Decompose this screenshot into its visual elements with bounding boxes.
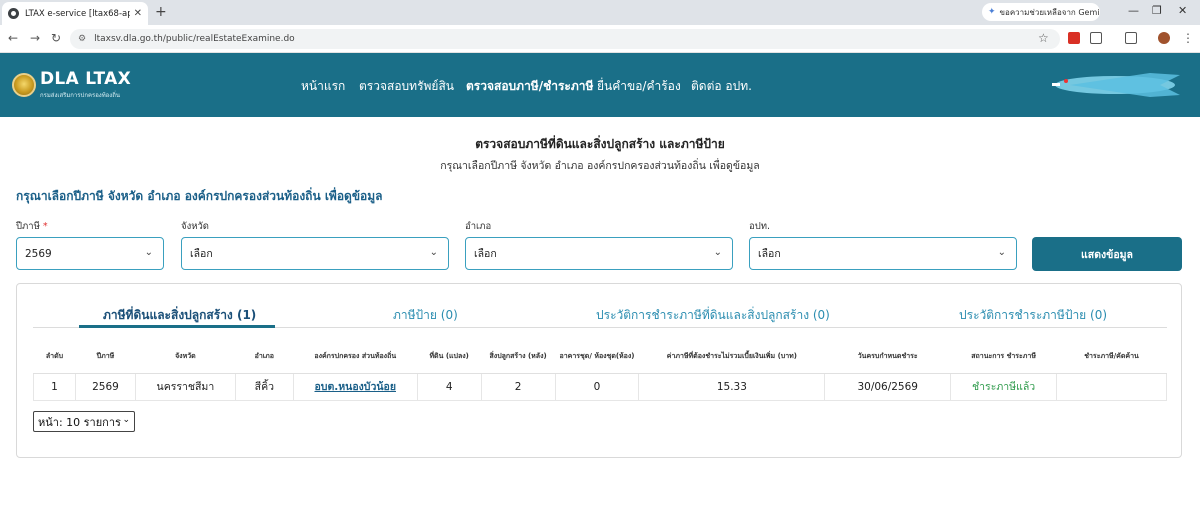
year-label-text: ปีภาษี: [16, 221, 40, 232]
cell-org: อบต.หนองบัวน้อย: [292, 373, 418, 401]
cell-condo: 0: [554, 373, 639, 401]
column-header: ค่าภาษีที่ต้องชำระไม่รวมเบี้ยเงินเพิ่ม (…: [638, 340, 825, 374]
close-tab-icon[interactable]: ✕: [134, 8, 142, 19]
profile-avatar[interactable]: [1158, 32, 1170, 44]
bookmark-star-icon[interactable]: ☆: [1038, 31, 1049, 45]
site-favicon-icon: [8, 8, 19, 19]
column-header: ปีภาษี: [75, 340, 136, 374]
cell-district: สีคิ้ว: [234, 373, 294, 401]
nav-home[interactable]: หน้าแรก: [301, 77, 345, 96]
logo-title[interactable]: DLA LTAX: [40, 69, 131, 89]
page-size-select[interactable]: หน้า: 10 รายการ ⌄: [33, 411, 135, 432]
column-header: ชำระภาษี/คัดค้าน: [1056, 340, 1167, 374]
cell-due-date: 30/06/2569: [824, 373, 951, 401]
column-header: องค์กรปกครอง ส่วนท้องถิ่น: [293, 340, 418, 374]
tab-land-building-tax[interactable]: ภาษีที่ดินและสิ่งปลูกสร้าง (1): [103, 306, 256, 325]
nav-submit-request[interactable]: ยื่นคำขอ/คำร้อง: [597, 77, 681, 96]
airplane-illustration: [1052, 73, 1180, 97]
tab-signboard-tax[interactable]: ภาษีป้าย (0): [393, 306, 458, 325]
nav-check-property[interactable]: ตรวจสอบทรัพย์สิน: [359, 77, 454, 96]
browser-tab-bar: LTAX e-service [ltax68-app01] ✕ + ✦ ขอคว…: [0, 0, 1200, 25]
column-header: ที่ดิน (แปลง): [417, 340, 482, 374]
reload-icon[interactable]: ↻: [51, 31, 61, 45]
browser-tab[interactable]: LTAX e-service [ltax68-app01] ✕: [2, 2, 148, 25]
site-header: DLA LTAX กรมส่งเสริมการปกครองท้องถิ่น หน…: [0, 53, 1200, 117]
restore-icon[interactable]: ❐: [1152, 4, 1162, 17]
cell-no: 1: [33, 373, 76, 401]
new-tab-button[interactable]: +: [155, 4, 167, 20]
table-row: 1 2569 นครราชสีมา สีคิ้ว อบต.หนองบัวน้อย…: [33, 373, 1167, 401]
column-header: สถานะการ ชำระภาษี: [950, 340, 1057, 374]
browser-tab-title: LTAX e-service [ltax68-app01]: [25, 8, 130, 19]
gemini-help-label: ขอความช่วยเหลือจาก Gemini: [999, 7, 1100, 17]
district-label: อำเภอ: [465, 221, 492, 232]
page-subtitle: กรุณาเลือกปีภาษี จังหวัด อำเภอ องค์กรปกค…: [440, 160, 760, 172]
dla-emblem-icon: [12, 73, 36, 97]
sparkle-icon: ✦: [988, 7, 996, 17]
lao-label: อปท.: [749, 221, 771, 232]
year-select[interactable]: 2569 ⌄: [16, 237, 164, 270]
section-title: กรุณาเลือกปีภาษี จังหวัด อำเภอ องค์กรปกค…: [16, 189, 383, 203]
show-data-button[interactable]: แสดงข้อมูล: [1032, 237, 1182, 271]
province-select-value: เลือก: [190, 248, 213, 260]
year-select-value: 2569: [25, 247, 52, 260]
chevron-down-icon: ⌄: [997, 247, 1006, 258]
extensions-icon[interactable]: [1090, 32, 1102, 44]
column-header: วันครบกำหนดชำระ: [824, 340, 951, 374]
chevron-down-icon: ⌄: [713, 247, 722, 258]
site-info-icon[interactable]: ⚙: [78, 34, 86, 44]
url-bar[interactable]: ⚙ ltaxsv.dla.go.th/public/realEstateExam…: [70, 29, 1060, 49]
nav-contact[interactable]: ติดต่อ อปท.: [691, 77, 752, 96]
window-close-icon[interactable]: ✕: [1178, 4, 1187, 17]
column-header: สิ่งปลูกสร้าง (หลัง): [481, 340, 556, 374]
chevron-down-icon: ⌄: [144, 247, 153, 258]
district-select[interactable]: เลือก ⌄: [465, 237, 733, 270]
tab-signboard-payment-history[interactable]: ประวัติการชำระภาษีป้าย (0): [959, 306, 1107, 325]
column-header: ลำดับ: [33, 340, 76, 374]
cell-tax-amount: 15.33: [638, 373, 825, 401]
cell-action: [1056, 373, 1167, 401]
tax-table: ลำดับ ปีภาษี จังหวัด อำเภอ องค์กรปกครอง …: [33, 340, 1167, 401]
nav-check-tax[interactable]: ตรวจสอบภาษี/ชำระภาษี: [466, 77, 593, 96]
lao-select-value: เลือก: [758, 248, 781, 260]
district-select-value: เลือก: [474, 248, 497, 260]
page-size-value: หน้า: 10 รายการ: [38, 415, 121, 429]
chevron-down-icon: ⌄: [122, 415, 130, 425]
cell-year: 2569: [74, 373, 136, 401]
forward-icon[interactable]: →: [30, 31, 40, 45]
reading-mode-icon[interactable]: [1125, 32, 1137, 44]
column-header: อำเภอ: [235, 340, 294, 374]
cell-province: นครราชสีมา: [134, 373, 236, 401]
url-text: ltaxsv.dla.go.th/public/realEstateExamin…: [94, 34, 295, 44]
pdf-extension-icon[interactable]: [1068, 32, 1080, 44]
active-tab-indicator: [79, 325, 275, 328]
results-card: ภาษีที่ดินและสิ่งปลูกสร้าง (1) ภาษีป้าย …: [16, 283, 1182, 458]
tab-land-payment-history[interactable]: ประวัติการชำระภาษีที่ดินและสิ่งปลูกสร้าง…: [596, 306, 830, 325]
lao-select[interactable]: เลือก ⌄: [749, 237, 1017, 270]
required-mark: *: [42, 221, 48, 232]
browser-menu-icon[interactable]: ⋮: [1182, 31, 1194, 45]
gemini-help-button[interactable]: ✦ ขอความช่วยเหลือจาก Gemini: [982, 3, 1100, 21]
cell-building: 2: [480, 373, 556, 401]
cell-payment-status: ชำระภาษีแล้ว: [950, 373, 1057, 401]
logo-subtitle: กรมส่งเสริมการปกครองท้องถิ่น: [40, 92, 120, 99]
cell-land: 4: [416, 373, 482, 401]
back-icon[interactable]: ←: [8, 31, 18, 45]
column-header: จังหวัด: [135, 340, 236, 374]
page-title: ตรวจสอบภาษีที่ดินและสิ่งปลูกสร้าง และภาษ…: [475, 137, 725, 151]
year-label: ปีภาษี *: [16, 219, 48, 234]
org-link[interactable]: อบต.หนองบัวน้อย: [314, 381, 396, 393]
column-header: อาคารชุด/ ห้องชุด(ห้อง): [555, 340, 639, 374]
address-bar-row: ← → ↻ ⚙ ltaxsv.dla.go.th/public/realEsta…: [0, 25, 1200, 53]
chevron-down-icon: ⌄: [429, 247, 438, 258]
minimize-icon[interactable]: —: [1128, 4, 1139, 17]
table-header-row: ลำดับ ปีภาษี จังหวัด อำเภอ องค์กรปกครอง …: [33, 340, 1167, 374]
province-select[interactable]: เลือก ⌄: [181, 237, 449, 270]
province-label: จังหวัด: [181, 221, 209, 232]
